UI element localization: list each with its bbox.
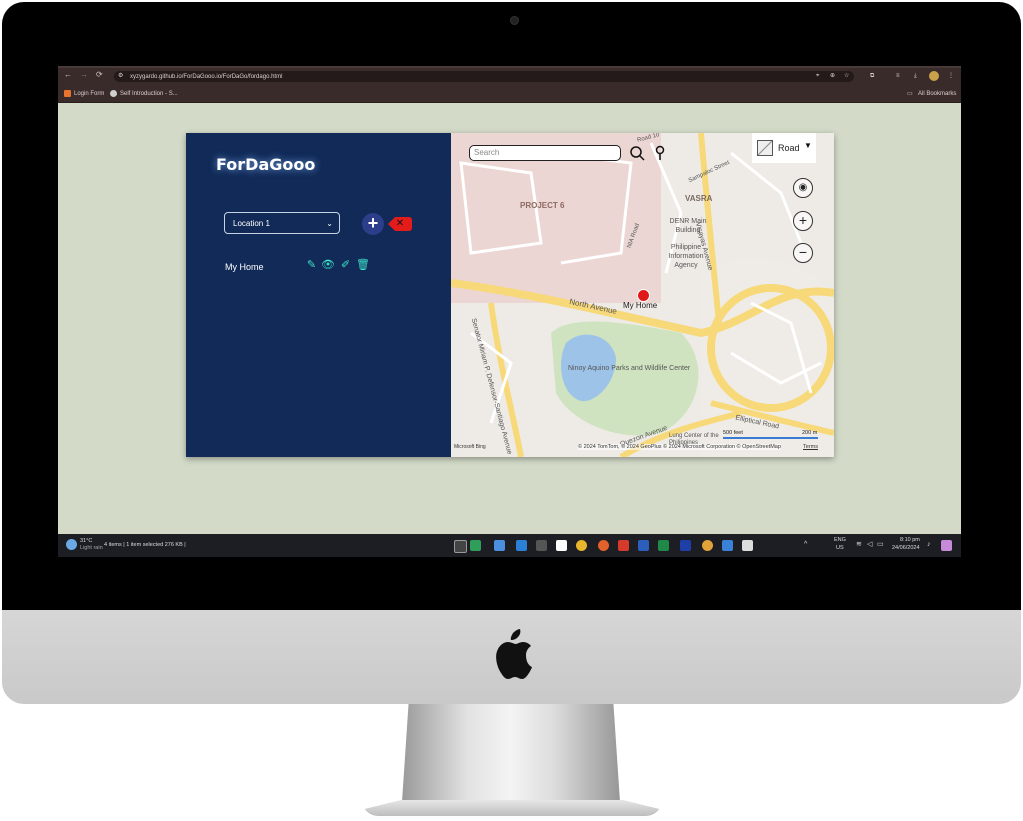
- chrome-2-icon[interactable]: [702, 540, 713, 551]
- map-label-denr: DENR Main Building: [669, 218, 707, 234]
- imac-stand: [402, 704, 620, 802]
- scale-bar: [723, 437, 818, 439]
- location-select-value: Location 1: [233, 219, 270, 228]
- word-icon[interactable]: [638, 540, 649, 551]
- wifi-icon[interactable]: ≋: [856, 541, 862, 548]
- avatar[interactable]: [929, 71, 939, 81]
- app-gray-icon[interactable]: [536, 540, 547, 551]
- edit-pencil-icon[interactable]: ✎: [305, 259, 318, 272]
- add-location-button[interactable]: +: [362, 213, 384, 235]
- firefox-icon[interactable]: [598, 540, 609, 551]
- download-icon[interactable]: ⤓: [914, 72, 917, 80]
- scale-feet: 500 feet: [723, 430, 743, 436]
- location-select[interactable]: Location 1 ⌄: [224, 212, 340, 234]
- weather-desc: Light rain: [80, 545, 103, 551]
- site-info-icon[interactable]: ⚙: [118, 72, 123, 80]
- clock-date[interactable]: 24/06/2024: [892, 545, 920, 552]
- map-view[interactable]: PROJECT 6 VASRA DENR Main Building Phili…: [451, 133, 834, 457]
- folder-icon: ▭: [907, 91, 913, 97]
- photos-icon[interactable]: [722, 540, 733, 551]
- map-style-label: Road: [778, 143, 800, 153]
- measure-ruler-icon[interactable]: ✐: [339, 259, 352, 272]
- forward-icon[interactable]: →: [80, 70, 88, 80]
- bookmark-star-icon[interactable]: ☆: [844, 72, 849, 80]
- excel-icon[interactable]: [470, 540, 481, 551]
- url-text: xyzygardo.github.io/ForDaGooo.io/ForDaGo…: [130, 74, 283, 80]
- language-bottom[interactable]: US: [836, 545, 844, 552]
- language-top[interactable]: ENG: [834, 537, 846, 544]
- bookmarks-bar: Login Form Self Introduction - S... ▭ Al…: [58, 85, 961, 103]
- caret-down-icon: ▼: [804, 141, 812, 150]
- map-label-park: Ninoy Aquino Parks and Wildlife Center: [568, 365, 691, 372]
- taskbar: 31°C Light rain 4 items | 1 item selecte…: [58, 534, 961, 557]
- media-icon[interactable]: ≡: [896, 72, 900, 80]
- place-item-label[interactable]: My Home: [225, 262, 264, 272]
- location-icon[interactable]: ⌖: [816, 72, 819, 80]
- home-marker-label: My Home: [623, 301, 658, 310]
- bookmark-self-intro[interactable]: Self Introduction - S...: [120, 90, 178, 98]
- map-search-input[interactable]: Search: [469, 145, 621, 161]
- all-bookmarks[interactable]: All Bookmarks: [918, 90, 956, 98]
- task-view-icon[interactable]: [454, 540, 467, 553]
- zoom-out-button[interactable]: −: [793, 243, 813, 263]
- pin-icon[interactable]: [654, 145, 666, 161]
- camera-icon: [510, 16, 519, 25]
- reload-icon[interactable]: ⟳: [96, 70, 103, 80]
- scale-meters: 200 m: [802, 430, 818, 436]
- imac-foot: [362, 800, 662, 816]
- extensions-icon[interactable]: ⧉: [870, 72, 874, 80]
- url-field[interactable]: ⚙ xyzygardo.github.io/ForDaGooo.io/ForDa…: [114, 71, 854, 82]
- view-eye-icon[interactable]: 👁: [321, 259, 335, 272]
- battery-icon[interactable]: ▭: [877, 541, 884, 548]
- notification-bell-icon[interactable]: ♪: [927, 541, 931, 548]
- brand-title: ForDaGooo: [216, 155, 316, 174]
- acrobat-icon[interactable]: [556, 540, 567, 551]
- explorer-status: 4 items | 1 item selected 276 KB |: [104, 542, 186, 548]
- address-bar: ← → ⟳ ⚙ xyzygardo.github.io/ForDaGooo.io…: [58, 68, 961, 85]
- locate-me-icon[interactable]: ◉: [793, 178, 813, 198]
- search-icon[interactable]: [629, 145, 645, 161]
- vscode-icon[interactable]: [516, 540, 527, 551]
- volume-icon[interactable]: ◁: [867, 541, 872, 548]
- terms-link[interactable]: Terms: [803, 444, 818, 450]
- map-attribution: © 2024 TomTom, © 2024 GeoPlus © 2024 Mic…: [578, 444, 781, 450]
- chrome-icon[interactable]: [576, 540, 587, 551]
- apple-logo-icon: [496, 629, 532, 679]
- fordagooo-app: ForDaGooo Location 1 ⌄ + ✕ My Home ✎ 👁 ✐…: [186, 133, 834, 457]
- clock-time[interactable]: 8:10 pm: [900, 537, 920, 544]
- bing-logo: Microsoft Bing: [454, 444, 486, 450]
- app-red-icon[interactable]: [618, 540, 629, 551]
- delete-trash-icon[interactable]: 🗑: [356, 259, 370, 272]
- weather-temp: 31°C: [80, 538, 93, 544]
- zoom-icon[interactable]: ⊕: [830, 72, 835, 80]
- menu-icon[interactable]: ⋮: [948, 72, 954, 80]
- copilot-icon[interactable]: [941, 540, 952, 551]
- app-cube-icon[interactable]: [494, 540, 505, 551]
- bookmark-login-form[interactable]: Login Form: [74, 90, 104, 98]
- back-icon[interactable]: ←: [64, 70, 72, 80]
- app-l-icon[interactable]: [680, 540, 691, 551]
- screen: ← → ⟳ ⚙ xyzygardo.github.io/ForDaGooo.io…: [58, 66, 961, 557]
- map-label-project6: PROJECT 6: [520, 201, 565, 210]
- bookmark-favicon-icon: [110, 90, 117, 97]
- chevron-up-icon[interactable]: ^: [804, 541, 807, 548]
- notepad-icon[interactable]: [742, 540, 753, 551]
- road-style-icon: [757, 140, 773, 156]
- map-label-vasra: VASRA: [685, 194, 713, 203]
- weather-icon[interactable]: [66, 539, 77, 550]
- delete-location-button[interactable]: ✕: [388, 217, 412, 231]
- chevron-down-icon: ⌄: [326, 219, 333, 228]
- bookmark-favicon-icon: [64, 90, 71, 97]
- map-style-dropdown[interactable]: Road ▼: [752, 133, 816, 163]
- zoom-in-button[interactable]: +: [793, 211, 813, 231]
- excel-2-icon[interactable]: [658, 540, 669, 551]
- sidebar: ForDaGooo Location 1 ⌄ + ✕ My Home ✎ 👁 ✐…: [186, 133, 451, 457]
